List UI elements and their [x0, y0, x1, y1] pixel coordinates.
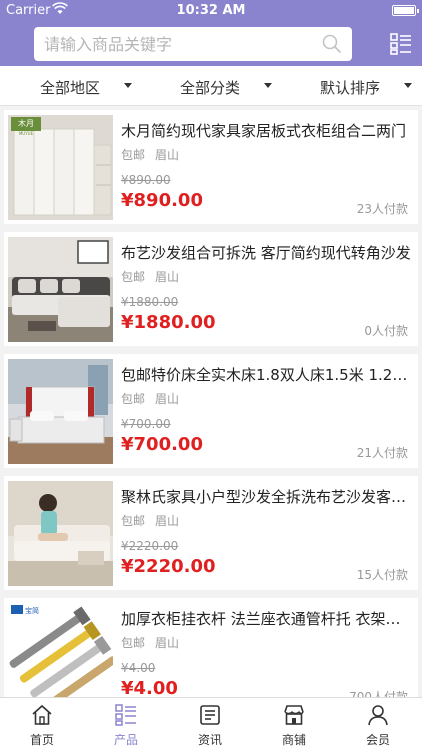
location: 眉山: [155, 636, 180, 650]
sale-price: ¥4.00: [121, 678, 178, 697]
original-price: ¥890.00: [121, 173, 171, 187]
original-price: ¥2220.00: [121, 539, 179, 553]
product-title[interactable]: 聚林氏家具小户型沙发全拆洗布艺沙发客厅组合: [121, 486, 413, 507]
shipping-tag: 包邮: [121, 514, 146, 528]
search-input[interactable]: [34, 27, 304, 61]
product-meta: 包邮 眉山: [121, 390, 179, 407]
clock: 10:32 AM: [176, 3, 246, 18]
search-icon[interactable]: [322, 34, 342, 54]
location: 眉山: [155, 392, 180, 406]
product-list[interactable]: 木月 MUYUE 木月简约现代家具家居板式衣柜组合二两门 包邮 眉山 ¥890.0…: [0, 106, 422, 697]
product-image-sofa-set[interactable]: [8, 481, 113, 586]
product-card[interactable]: 包邮特价床全实木床1.8双人床1.5米 1.2米单人床 包邮眉山 ¥700.00…: [4, 354, 418, 468]
product-title[interactable]: 布艺沙发组合可拆洗 客厅简约现代转角沙发: [121, 242, 413, 263]
location: 眉山: [155, 270, 180, 284]
sale-price: ¥700.00: [121, 434, 203, 455]
original-price: ¥4.00: [121, 661, 156, 675]
battery-icon: [392, 5, 419, 16]
tab-home[interactable]: 首页: [0, 698, 84, 750]
home-icon: [32, 704, 52, 725]
product-image-sofa[interactable]: [8, 237, 113, 342]
category-menu-icon[interactable]: [390, 33, 412, 55]
bottom-tab-bar: 首页 产品 资讯 商铺 会员: [0, 697, 422, 750]
tab-shops[interactable]: 商铺: [252, 698, 336, 750]
sold-count: 23人付款: [356, 202, 408, 216]
product-card[interactable]: 布艺沙发组合可拆洗 客厅简约现代转角沙发 包邮 眉山 ¥1880.00 ¥1880…: [4, 232, 418, 346]
brand-logo-sub: MUYUE: [19, 131, 34, 136]
product-image-bed[interactable]: [8, 359, 113, 464]
tab-member[interactable]: 会员: [336, 698, 420, 750]
original-price: ¥1880.00: [121, 295, 179, 309]
filter-sort-label: 默认排序: [320, 79, 381, 97]
shipping-tag: 包邮: [121, 148, 146, 162]
product-meta: 包邮 眉山: [121, 634, 179, 651]
product-list-icon: [115, 704, 136, 726]
product-image-rod[interactable]: 宝简: [8, 603, 113, 697]
location: 眉山: [155, 148, 180, 162]
product-image-wardrobe[interactable]: 木月 MUYUE: [8, 115, 113, 220]
news-icon: [200, 705, 220, 725]
filter-category-label: 全部分类: [180, 79, 241, 97]
member-icon: [368, 705, 388, 726]
header-bar: [0, 22, 422, 66]
tab-news-label: 资讯: [197, 733, 222, 747]
shipping-tag: 包邮: [121, 392, 146, 406]
brand-logo-text: 木月: [18, 118, 34, 128]
sale-price: ¥2220.00: [121, 556, 216, 577]
product-card[interactable]: 木月 MUYUE 木月简约现代家具家居板式衣柜组合二两门 包邮 眉山 ¥890.0…: [4, 110, 418, 224]
sold-count: 15人付款: [356, 568, 408, 582]
shipping-tag: 包邮: [121, 270, 146, 284]
product-title[interactable]: 木月简约现代家具家居板式衣柜组合二两门: [121, 120, 413, 141]
product-meta: 包邮 眉山: [121, 146, 179, 163]
brand-logo-text: 宝简: [25, 606, 39, 615]
location: 眉山: [155, 514, 180, 528]
product-title[interactable]: 加厚衣柜挂衣杆 法兰座衣通管杆托 衣架杆支架: [121, 608, 413, 629]
tab-shops-label: 商铺: [281, 733, 306, 747]
original-price: ¥700.00: [121, 417, 171, 431]
filter-region-label: 全部地区: [40, 79, 101, 97]
tab-home-label: 首页: [29, 733, 54, 747]
status-bar: Carrier 10:32 AM: [0, 0, 422, 22]
shipping-tag: 包邮: [121, 636, 146, 650]
filter-sort[interactable]: 默认排序: [280, 66, 420, 106]
shop-icon: [284, 705, 304, 725]
sold-count: 0人付款: [364, 324, 408, 338]
product-meta: 包邮 眉山: [121, 512, 179, 529]
tab-products-label: 产品: [113, 733, 138, 747]
filter-category[interactable]: 全部分类: [140, 66, 280, 106]
sold-count: 21人付款: [356, 446, 408, 460]
sold-count: 700人付款: [349, 690, 408, 697]
filter-bar: 全部地区 全部分类 默认排序: [0, 66, 422, 106]
product-meta: 包邮 眉山: [121, 268, 179, 285]
sale-price: ¥890.00: [121, 190, 203, 211]
caret-down-icon: [124, 83, 132, 88]
caret-down-icon: [264, 83, 272, 88]
product-card[interactable]: 宝简 加厚衣柜挂衣杆 法兰座衣通管杆托 衣架杆支架 包邮 眉山 ¥4.00 ¥4.…: [4, 598, 418, 697]
product-title[interactable]: 包邮特价床全实木床1.8双人床1.5米 1.2米单人床: [121, 364, 413, 385]
product-card[interactable]: 聚林氏家具小户型沙发全拆洗布艺沙发客厅组合 包邮 眉山 ¥2220.00 ¥222…: [4, 476, 418, 590]
tab-news[interactable]: 资讯: [168, 698, 252, 750]
tab-member-label: 会员: [365, 733, 390, 747]
tab-products[interactable]: 产品: [84, 698, 168, 750]
search-box[interactable]: [34, 27, 352, 61]
sale-price: ¥1880.00: [121, 312, 216, 333]
filter-region[interactable]: 全部地区: [0, 66, 140, 106]
caret-down-icon: [404, 83, 412, 88]
